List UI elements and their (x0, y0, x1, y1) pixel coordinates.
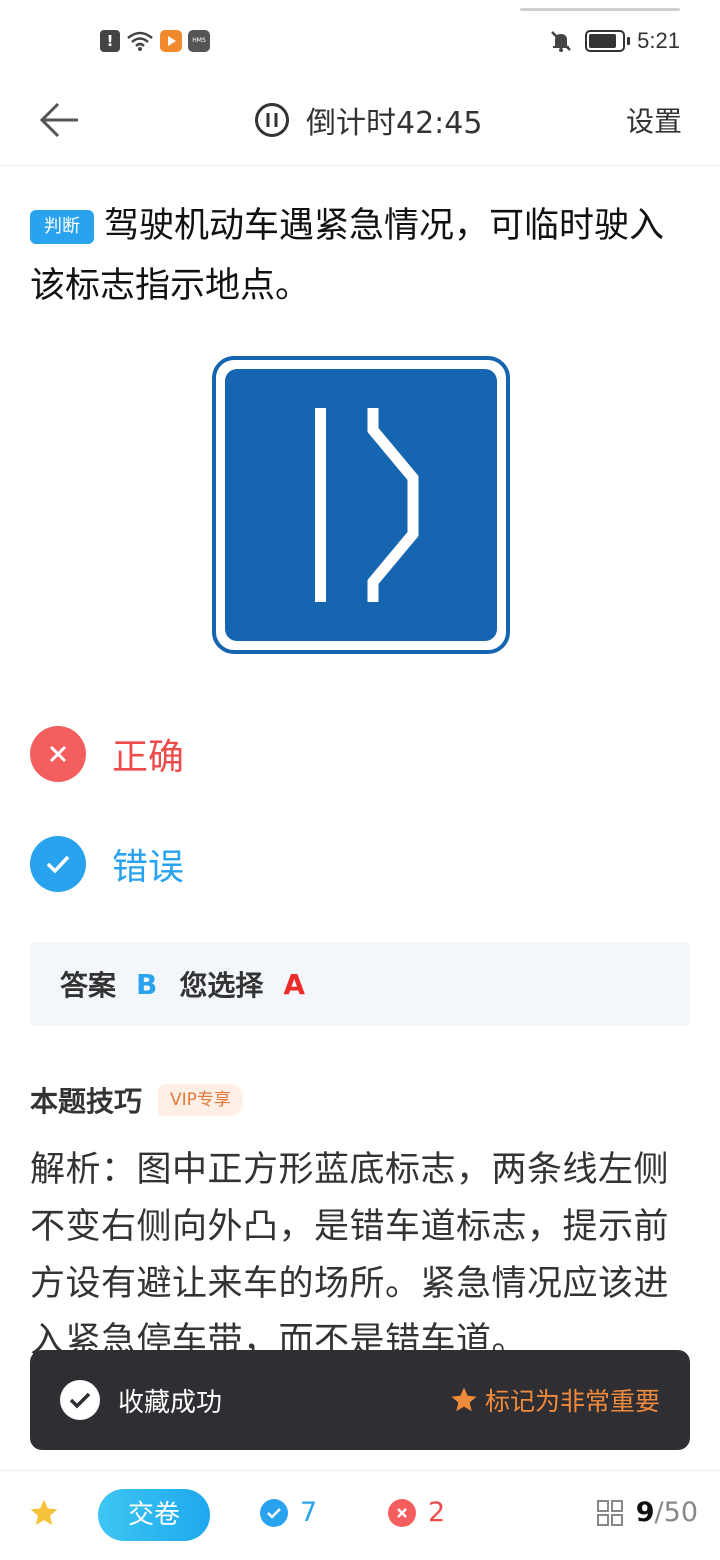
mark-important-label: 标记为非常重要 (484, 1387, 660, 1416)
check-circle-icon (60, 1380, 100, 1420)
option-a-label: 正确 (112, 737, 185, 778)
vip-badge[interactable]: VIP专享 (158, 1084, 243, 1116)
answer-label: 答案 (60, 969, 117, 1002)
countdown-timer[interactable]: 倒计时42:45 (254, 98, 482, 142)
status-bar: ! HMS 5:21 (0, 0, 720, 84)
top-header: 倒计时42:45 设置 (0, 84, 720, 166)
option-b-label: 错误 (112, 847, 185, 888)
question-progress[interactable]: 9/50 (596, 1497, 698, 1528)
favorite-star-icon[interactable] (28, 1497, 60, 1529)
mark-important-button[interactable]: 标记为非常重要 (449, 1382, 660, 1418)
correct-check-icon (260, 1498, 288, 1527)
star-icon (451, 1387, 477, 1412)
timer-label: 倒计时42:45 (306, 106, 483, 141)
analysis-text: 解析：图中正方形蓝底标志，两条线左侧不变右侧向外凸，是错车道标志，提示前方设有避… (30, 1150, 670, 1361)
settings-button[interactable]: 设置 (626, 100, 682, 140)
wifi-icon (127, 31, 153, 51)
toast-message: 收藏成功 (118, 1387, 223, 1418)
status-icons-left: ! HMS (100, 30, 210, 52)
chosen-label: 您选择 (179, 969, 264, 1002)
correct-count-value: 7 (300, 1497, 318, 1528)
grid-icon (596, 1499, 623, 1526)
pause-icon[interactable] (254, 102, 290, 138)
total-questions: /50 (654, 1497, 698, 1528)
answer-value: B (136, 967, 158, 1001)
bottom-bar: 交卷 7 2 9/50 (0, 1470, 720, 1560)
status-icons-right: 5:21 (549, 28, 680, 54)
app-notification-icon (160, 30, 182, 52)
option-a[interactable]: 正确 (30, 726, 184, 782)
question-text-block: 判断 驾驶机动车遇紧急情况，可临时驶入该标志指示地点。 (30, 196, 690, 316)
wrong-count: 2 (388, 1497, 445, 1528)
skills-title: 本题技巧 (30, 1085, 143, 1118)
battery-icon (585, 30, 631, 52)
alert-icon: ! (100, 30, 120, 52)
wrong-count-value: 2 (428, 1497, 446, 1528)
check-mark-icon (30, 836, 86, 892)
question-text: 驾驶机动车遇紧急情况，可临时驶入该标志指示地点。 (30, 206, 665, 306)
chosen-value: A (283, 967, 306, 1001)
wrong-mark-icon (30, 726, 86, 782)
road-sign-image (198, 342, 524, 668)
answer-summary: 答案 B 您选择 A (30, 942, 690, 1026)
skills-section-header: 本题技巧 VIP专享 (30, 1080, 243, 1120)
correct-count: 7 (260, 1497, 317, 1528)
current-question-number: 9 (635, 1497, 655, 1528)
favorite-toast: 收藏成功 标记为非常重要 (30, 1350, 690, 1450)
option-b[interactable]: 错误 (30, 836, 184, 892)
back-arrow-icon[interactable] (38, 98, 82, 142)
hms-icon: HMS (188, 30, 210, 52)
question-type-tag: 判断 (30, 210, 94, 244)
status-bar-handle (520, 8, 680, 11)
mute-icon (551, 31, 572, 52)
wrong-x-icon (388, 1498, 416, 1527)
submit-exam-button[interactable]: 交卷 (98, 1489, 210, 1541)
status-time: 5:21 (637, 28, 680, 53)
